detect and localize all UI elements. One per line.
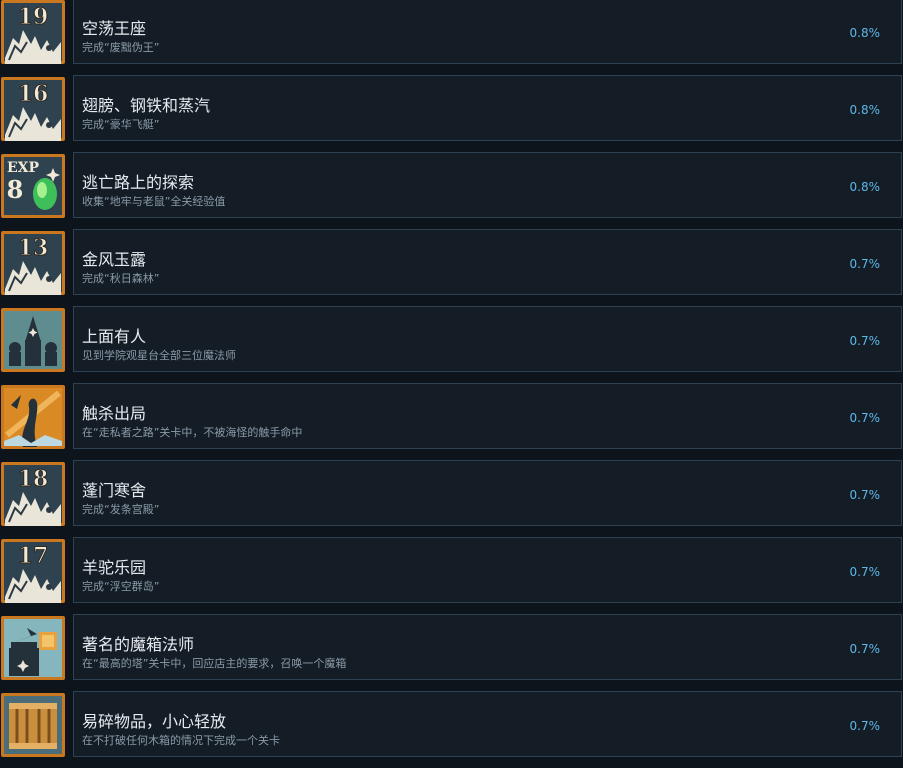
unlock-percentage: 0.8%: [849, 180, 881, 194]
unlock-percentage: 0.7%: [849, 488, 881, 502]
unlock-percentage: 0.7%: [849, 411, 881, 425]
unlock-percentage: 0.7%: [849, 565, 881, 579]
achievement-title: 羊驼乐园: [82, 558, 147, 577]
achievement-description: 完成“发条宫殿”: [82, 503, 160, 516]
achievement-card: 蓬门寒舍完成“发条宫殿” 0.7%: [73, 460, 902, 526]
level-18-icon: 18: [1, 462, 65, 526]
achievement-row[interactable]: EXP 8 逃亡路上的探索收集“地牢与老鼠”全关经验值 0.8%: [0, 152, 903, 229]
achievement-title: 翅膀、钢铁和蒸汽: [82, 96, 211, 115]
unlock-percentage: 0.8%: [849, 103, 881, 117]
achievement-card: 上面有人见到学院观星台全部三位魔法师 0.7%: [73, 306, 902, 372]
level-16-icon: 16: [1, 77, 65, 141]
achievement-description: 完成“浮空群岛”: [82, 580, 160, 593]
achievement-row[interactable]: 13 金风玉露完成“秋日森林” 0.7%: [0, 229, 903, 306]
svg-text:8: 8: [7, 175, 24, 204]
wooden-crate-icon: [1, 693, 65, 757]
achievement-title: 著名的魔箱法师: [82, 635, 195, 654]
achievement-card: 著名的魔箱法师在“最高的塔”关卡中，回应店主的要求，召唤一个魔箱 0.7%: [73, 614, 902, 680]
achievement-description: 在“最高的塔”关卡中，回应店主的要求，召唤一个魔箱: [82, 657, 347, 670]
achievement-description: 在“走私者之路”关卡中，不被海怪的触手命中: [82, 426, 303, 439]
svg-text:17: 17: [18, 543, 49, 569]
three-wizards-icon: [1, 308, 65, 372]
achievement-card: 翅膀、钢铁和蒸汽完成“豪华飞艇” 0.8%: [73, 75, 902, 141]
achievement-description: 完成“废黜伪王”: [82, 41, 160, 54]
unlock-percentage: 0.7%: [849, 642, 881, 656]
svg-text:18: 18: [18, 466, 49, 492]
unlock-percentage: 0.8%: [849, 26, 881, 40]
achievement-card: 易碎物品，小心轻放在不打破任何木箱的情况下完成一个关卡 0.7%: [73, 691, 902, 757]
achievement-card: 触杀出局在“走私者之路”关卡中，不被海怪的触手命中 0.7%: [73, 383, 902, 449]
achievement-title: 蓬门寒舍: [82, 481, 147, 500]
svg-text:EXP: EXP: [7, 160, 40, 176]
tentacle-icon: [1, 385, 65, 449]
achievement-card: 金风玉露完成“秋日森林” 0.7%: [73, 229, 902, 295]
achievement-row[interactable]: 19 空荡王座完成“废黜伪王” 0.8%: [0, 0, 903, 75]
achievement-title: 上面有人: [82, 327, 147, 346]
achievement-description: 完成“秋日森林”: [82, 272, 160, 285]
svg-text:16: 16: [18, 81, 49, 107]
unlock-percentage: 0.7%: [849, 719, 881, 733]
achievement-row[interactable]: 易碎物品，小心轻放在不打破任何木箱的情况下完成一个关卡 0.7%: [0, 691, 903, 768]
achievement-row[interactable]: 17 羊驼乐园完成“浮空群岛” 0.7%: [0, 537, 903, 614]
achievement-list: 19 空荡王座完成“废黜伪王” 0.8% 16 翅膀、钢铁和蒸汽完成“豪华飞艇” 0.8%…: [0, 0, 903, 768]
level-17-icon: 17: [1, 539, 65, 603]
unlock-percentage: 0.7%: [849, 257, 881, 271]
achievement-row[interactable]: 上面有人见到学院观星台全部三位魔法师 0.7%: [0, 306, 903, 383]
svg-text:19: 19: [18, 4, 49, 30]
achievement-title: 逃亡路上的探索: [82, 173, 195, 192]
achievement-row[interactable]: 触杀出局在“走私者之路”关卡中，不被海怪的触手命中 0.7%: [0, 383, 903, 460]
svg-text:13: 13: [18, 235, 49, 261]
achievement-title: 易碎物品，小心轻放: [82, 712, 227, 731]
exp-8-gem-icon: EXP 8: [1, 154, 65, 218]
achievement-title: 空荡王座: [82, 19, 147, 38]
achievement-card: 逃亡路上的探索收集“地牢与老鼠”全关经验值 0.8%: [73, 152, 902, 218]
achievement-row[interactable]: 18 蓬门寒舍完成“发条宫殿” 0.7%: [0, 460, 903, 537]
magic-box-wizard-icon: [1, 616, 65, 680]
unlock-percentage: 0.7%: [849, 334, 881, 348]
achievement-description: 收集“地牢与老鼠”全关经验值: [82, 195, 226, 208]
achievement-description: 见到学院观星台全部三位魔法师: [82, 349, 236, 362]
achievement-card: 羊驼乐园完成“浮空群岛” 0.7%: [73, 537, 902, 603]
level-13-icon: 13: [1, 231, 65, 295]
level-19-icon: 19: [1, 0, 65, 64]
achievement-card: 空荡王座完成“废黜伪王” 0.8%: [73, 0, 902, 64]
achievement-title: 金风玉露: [82, 250, 147, 269]
achievement-description: 在不打破任何木箱的情况下完成一个关卡: [82, 734, 280, 747]
achievement-title: 触杀出局: [82, 404, 147, 423]
achievement-row[interactable]: 16 翅膀、钢铁和蒸汽完成“豪华飞艇” 0.8%: [0, 75, 903, 152]
achievement-description: 完成“豪华飞艇”: [82, 118, 160, 131]
achievement-row[interactable]: 著名的魔箱法师在“最高的塔”关卡中，回应店主的要求，召唤一个魔箱 0.7%: [0, 614, 903, 691]
